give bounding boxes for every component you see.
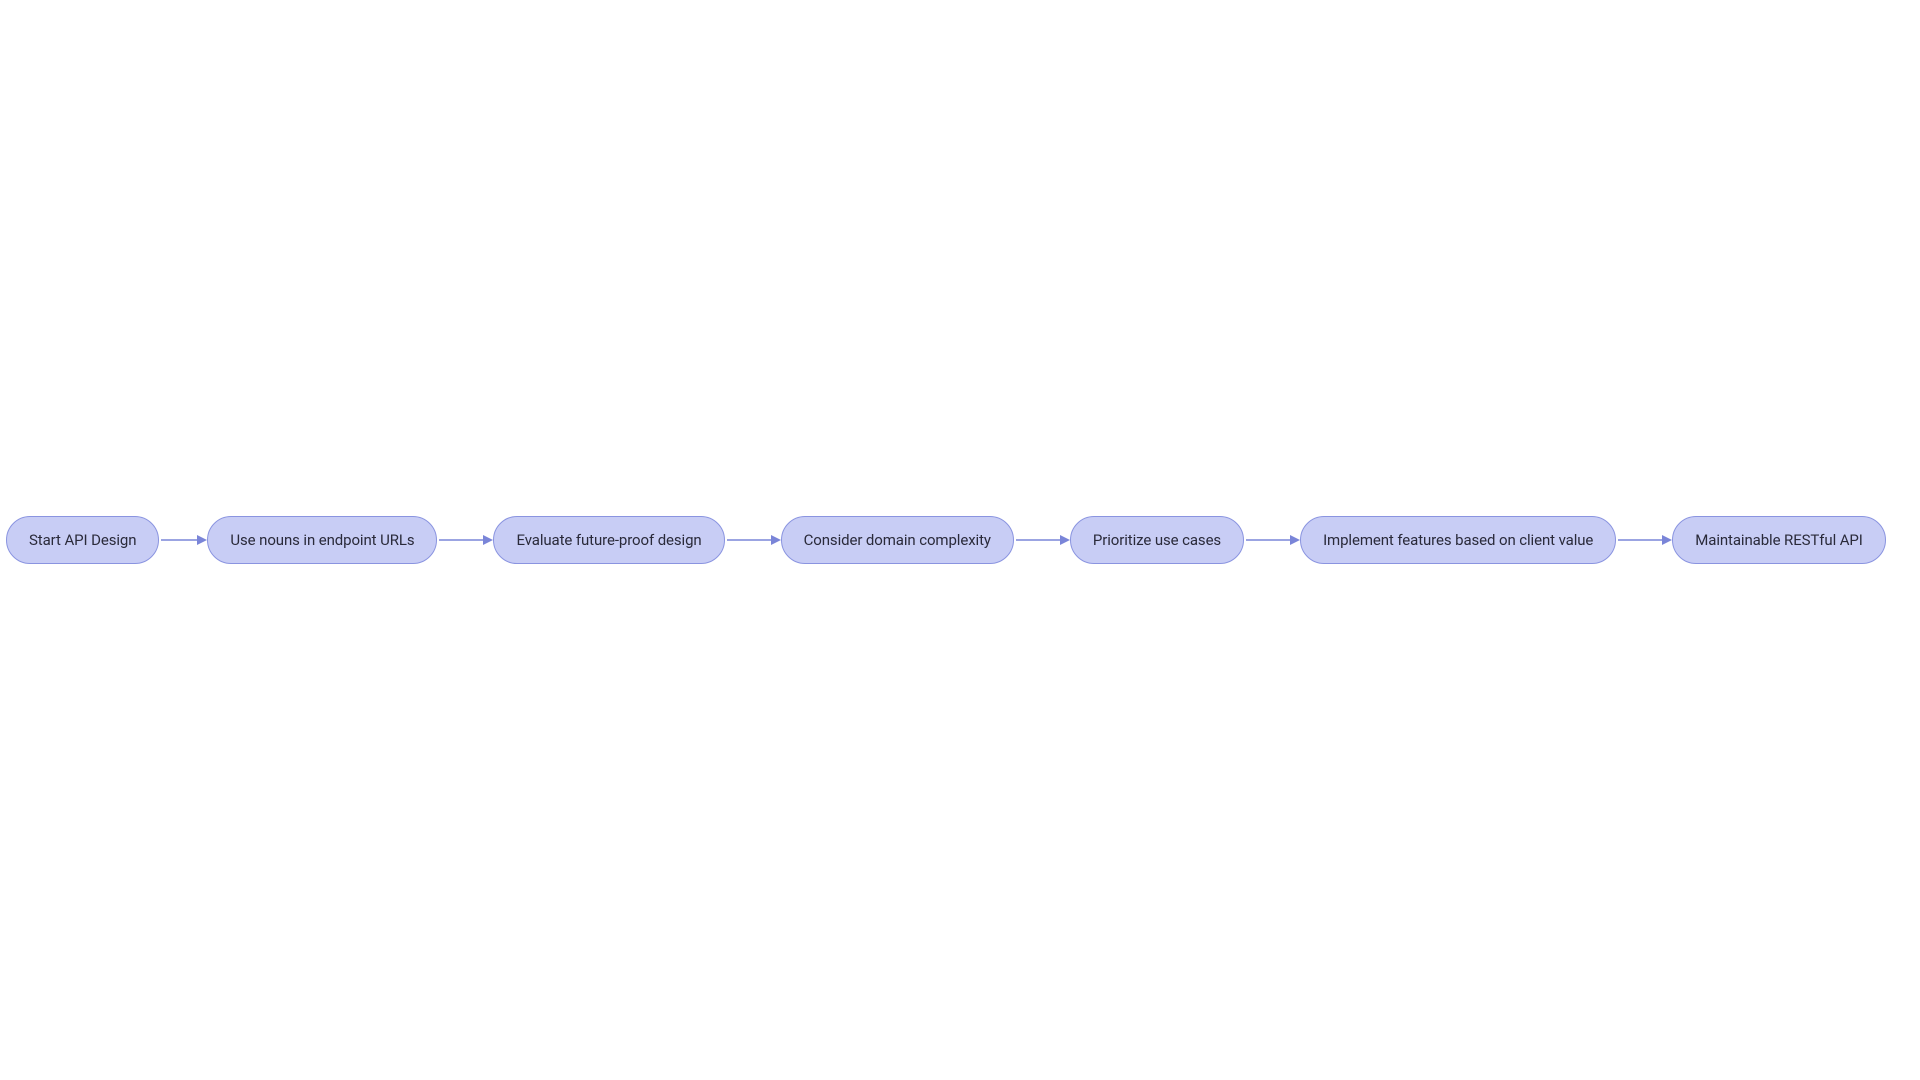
flow-node-label: Consider domain complexity <box>804 531 991 549</box>
flow-node-usecases: Prioritize use cases <box>1070 516 1244 564</box>
flow-node-futureproof: Evaluate future-proof design <box>493 516 724 564</box>
arrow-icon <box>159 533 207 547</box>
arrow-icon <box>725 533 781 547</box>
flow-node-label: Prioritize use cases <box>1093 531 1221 549</box>
flow-node-label: Maintainable RESTful API <box>1695 531 1863 549</box>
flow-node-label: Implement features based on client value <box>1323 531 1593 549</box>
flow-node-label: Evaluate future-proof design <box>516 531 701 549</box>
flow-node-maintainable: Maintainable RESTful API <box>1672 516 1886 564</box>
arrow-icon <box>437 533 493 547</box>
flow-node-domain: Consider domain complexity <box>781 516 1014 564</box>
flow-node-nouns: Use nouns in endpoint URLs <box>207 516 437 564</box>
flow-node-label: Use nouns in endpoint URLs <box>230 531 414 549</box>
arrow-icon <box>1014 533 1070 547</box>
flowchart-container: Start API Design Use nouns in endpoint U… <box>0 510 1920 570</box>
flow-node-label: Start API Design <box>29 531 136 549</box>
flow-node-start: Start API Design <box>6 516 159 564</box>
arrow-icon <box>1244 533 1300 547</box>
arrow-icon <box>1616 533 1672 547</box>
flow-node-features: Implement features based on client value <box>1300 516 1616 564</box>
